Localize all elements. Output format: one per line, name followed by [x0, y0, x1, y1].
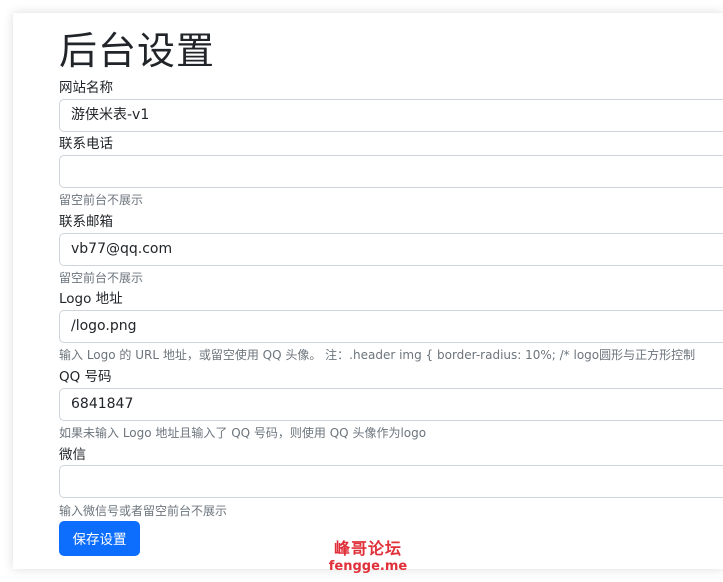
wechat-label: 微信: [59, 447, 86, 463]
save-button[interactable]: 保存设置: [59, 521, 140, 556]
watermark-domain: fengge.me: [328, 559, 408, 574]
watermark-title: 峰哥论坛: [333, 539, 402, 558]
watermark: 峰哥论坛 fengge.me: [322, 539, 414, 575]
email-help: 留空前台不展示: [59, 271, 144, 285]
logo-label: Logo 地址: [59, 291, 123, 307]
phone-input[interactable]: [59, 155, 723, 188]
wechat-help: 输入微信号或者留空前台不展示: [59, 504, 228, 518]
email-label: 联系邮箱: [59, 214, 113, 230]
page-title: 后台设置: [59, 29, 216, 73]
logo-help: 输入 Logo 的 URL 地址，或留空使用 QQ 头像。 注：.header …: [59, 348, 696, 362]
qq-input[interactable]: 6841847: [59, 388, 723, 421]
site-name-label: 网站名称: [59, 80, 113, 96]
qq-help: 如果未输入 Logo 地址且输入了 QQ 号码，则使用 QQ 头像作为logo: [59, 426, 427, 440]
site-name-input[interactable]: 游侠米表-v1: [59, 99, 723, 132]
wechat-input[interactable]: [59, 465, 723, 498]
email-input[interactable]: vb77@qq.com: [59, 233, 723, 266]
phone-label: 联系电话: [59, 136, 113, 152]
qq-label: QQ 号码: [59, 369, 112, 385]
phone-help: 留空前台不展示: [59, 193, 144, 207]
logo-input[interactable]: /logo.png: [59, 310, 723, 343]
settings-card: 后台设置 网站名称 游侠米表-v1 联系电话 留空前台不展示 联系邮箱 vb77…: [13, 13, 723, 569]
